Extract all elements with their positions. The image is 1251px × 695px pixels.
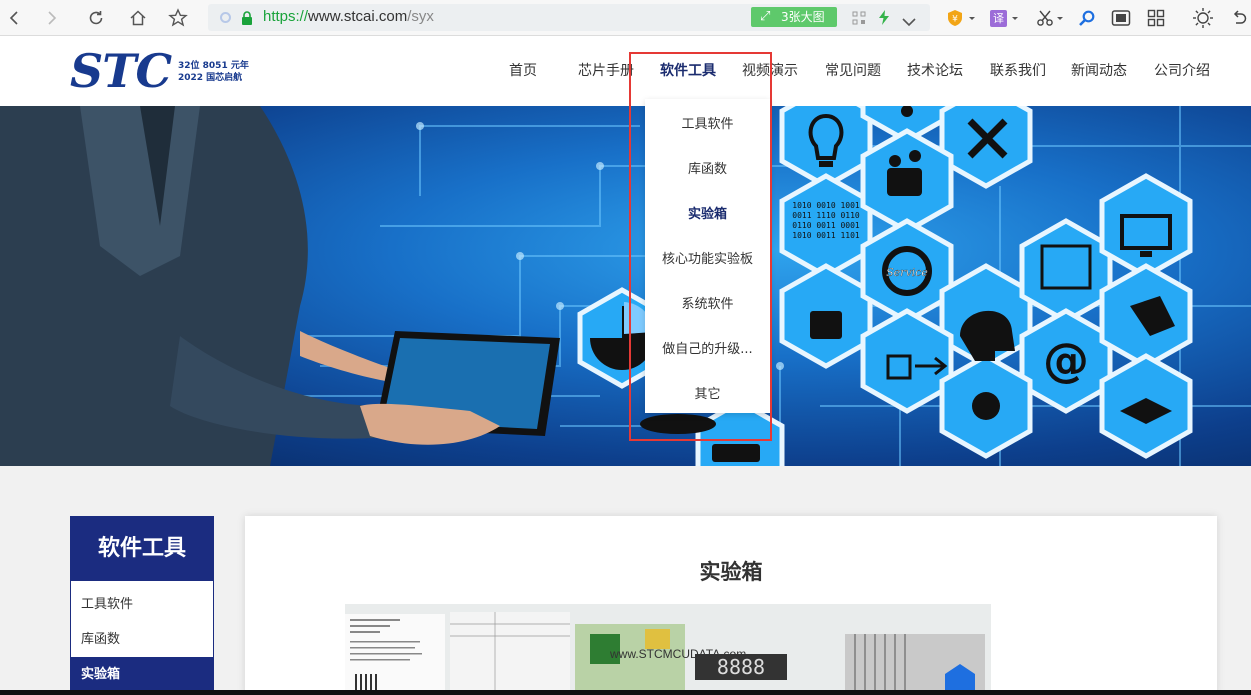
service-text: Service	[886, 266, 928, 279]
site-header: STC 32位 8051 元年 2022 国芯启航 首页 芯片手册 软件工具 视…	[0, 36, 1251, 106]
big-image-label: 3张大图	[781, 10, 825, 24]
document-sheet	[345, 614, 445, 695]
nav-chip-manual[interactable]: 芯片手册	[578, 36, 634, 106]
qr-code-icon[interactable]	[852, 10, 866, 29]
software-tools-dropdown: 工具软件 库函数 实验箱 核心功能实验板 系统软件 做自己的升级... 其它	[645, 99, 770, 413]
binary-text-1: 1010 0010 1001	[792, 201, 860, 210]
search-icon[interactable]	[1078, 7, 1096, 29]
nav-tech-forum[interactable]: 技术论坛	[907, 36, 963, 106]
big-image-button[interactable]: ⤢ 3张大图	[751, 7, 837, 27]
undo-icon[interactable]	[1230, 7, 1248, 29]
banner-illustration: 1010 0010 1001 0011 1110 0110 0110 0011 …	[0, 106, 1251, 466]
scissors-icon[interactable]	[1036, 7, 1065, 29]
expand-icon: ⤢	[760, 9, 771, 24]
url-text[interactable]: https://www.stcai.com/syx	[263, 8, 434, 25]
binary-text-2: 0011 1110 0110	[792, 211, 860, 220]
sidebar-item-tool-software[interactable]: 工具软件	[71, 587, 213, 622]
page-title: 实验箱	[699, 560, 763, 584]
sidebar-item-library-functions[interactable]: 库函数	[71, 622, 213, 657]
lock-icon	[241, 10, 253, 29]
dropdown-item-system-software[interactable]: 系统软件	[645, 293, 770, 312]
dropdown-item-core-function-board[interactable]: 核心功能实验板	[645, 248, 770, 267]
svg-text:¥: ¥	[952, 15, 958, 25]
brightness-icon[interactable]	[1192, 7, 1214, 29]
bookmark-star-icon[interactable]	[166, 6, 190, 30]
site-info-icon[interactable]	[220, 12, 231, 23]
dropdown-item-library-functions[interactable]: 库函数	[645, 158, 770, 177]
dropdown-item-diy-upgrade[interactable]: 做自己的升级...	[645, 338, 770, 357]
content-panel: 实验箱 www.STCMCUDATA.com 8888	[245, 516, 1217, 695]
back-icon[interactable]	[2, 6, 26, 30]
hero-banner: 1010 0010 1001 0011 1110 0110 0110 0011 …	[0, 106, 1251, 466]
sidebar-title: 软件工具	[71, 517, 213, 581]
stc-logo[interactable]: STC 32位 8051 元年 2022 国芯启航	[70, 44, 250, 98]
translate-label: 译	[990, 9, 1007, 27]
lightning-icon[interactable]	[878, 10, 890, 29]
binary-text-4: 1010 0011 1101	[792, 231, 860, 240]
dropdown-item-tool-software[interactable]: 工具软件	[645, 113, 770, 132]
experiment-box-photo: www.STCMCUDATA.com 8888	[345, 604, 991, 695]
apps-grid-icon[interactable]	[1147, 7, 1165, 29]
nav-company-intro[interactable]: 公司介绍	[1154, 36, 1210, 106]
nav-contact-us[interactable]: 联系我们	[990, 36, 1046, 106]
taskbar-edge	[0, 690, 1251, 695]
seven-segment-display: 8888	[695, 654, 787, 680]
logo-slogan-line2: 2022 国芯启航	[178, 73, 243, 83]
nav-software-tools[interactable]: 软件工具	[660, 36, 716, 106]
nav-home[interactable]: 首页	[509, 36, 537, 106]
logo-text: STC	[70, 44, 172, 98]
category-sidebar: 软件工具 工具软件 库函数 实验箱	[70, 516, 214, 695]
wallet-extension-icon[interactable]: ¥	[946, 7, 977, 29]
reader-mode-icon[interactable]	[1111, 7, 1131, 29]
home-icon[interactable]	[126, 6, 150, 30]
chevron-down-icon[interactable]	[902, 12, 916, 31]
reload-icon[interactable]	[84, 6, 108, 30]
browser-toolbar: https://www.stcai.com/syx ⤢ 3张大图 ¥ 译	[0, 0, 1251, 36]
dropdown-item-other[interactable]: 其它	[645, 383, 770, 402]
binary-text-3: 0110 0011 0001	[792, 221, 860, 230]
address-bar[interactable]: https://www.stcai.com/syx ⤢ 3张大图	[208, 4, 930, 31]
translate-extension-icon[interactable]: 译	[990, 7, 1020, 29]
sidebar-item-experiment-box[interactable]: 实验箱	[71, 657, 213, 692]
nav-faq[interactable]: 常见问题	[825, 36, 881, 106]
dropdown-item-experiment-box[interactable]: 实验箱	[645, 203, 770, 222]
forward-icon[interactable]	[40, 6, 64, 30]
nav-news[interactable]: 新闻动态	[1071, 36, 1127, 106]
nav-video-demo[interactable]: 视频演示	[742, 36, 798, 106]
at-sign-text: @	[1043, 333, 1089, 387]
